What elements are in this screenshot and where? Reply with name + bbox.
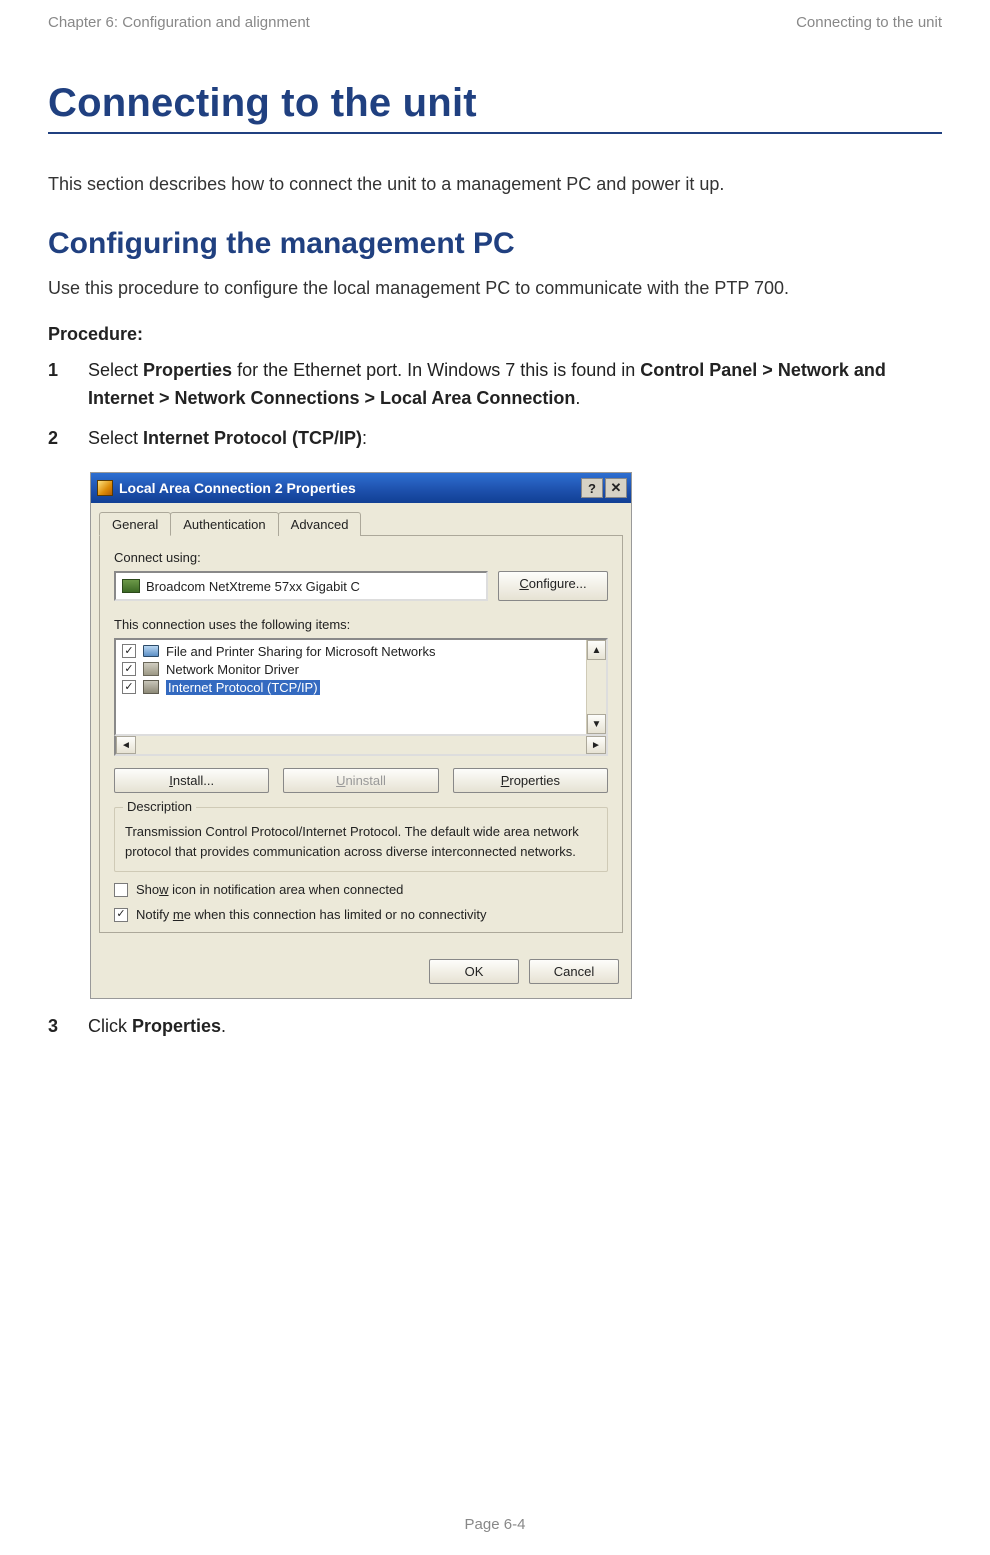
- checkbox[interactable]: ✓: [122, 680, 136, 694]
- scroll-up-icon[interactable]: ▲: [587, 640, 606, 660]
- install-button[interactable]: Install...: [114, 768, 269, 793]
- checkbox[interactable]: ✓: [122, 644, 136, 658]
- list-item[interactable]: ✓ Network Monitor Driver: [116, 660, 586, 678]
- scroll-right-icon[interactable]: ►: [586, 736, 606, 754]
- properties-dialog: Local Area Connection 2 Properties ? ✕ G…: [90, 472, 632, 999]
- dialog-title: Local Area Connection 2 Properties: [119, 480, 579, 496]
- tab-strip: General Authentication Advanced: [99, 511, 623, 536]
- vertical-scrollbar[interactable]: ▲ ▼: [586, 640, 606, 734]
- tab-advanced[interactable]: Advanced: [278, 512, 362, 536]
- description-text: Transmission Control Protocol/Internet P…: [125, 822, 597, 861]
- help-button[interactable]: ?: [581, 478, 603, 498]
- adapter-field: Broadcom NetXtreme 57xx Gigabit C: [114, 571, 488, 601]
- close-button[interactable]: ✕: [605, 478, 627, 498]
- tab-general[interactable]: General: [99, 512, 171, 536]
- checkbox[interactable]: ✓: [122, 662, 136, 676]
- driver-icon: [142, 661, 160, 677]
- step-number: 2: [48, 425, 88, 453]
- header-right: Connecting to the unit: [796, 14, 942, 31]
- tab-panel-general: Connect using: Broadcom NetXtreme 57xx G…: [99, 535, 623, 933]
- adapter-name: Broadcom NetXtreme 57xx Gigabit C: [146, 579, 360, 594]
- page-footer: Page 6-4: [0, 1516, 990, 1533]
- procedure-label: Procedure:: [48, 324, 942, 345]
- notify-checkbox-row[interactable]: ✓ Notify me when this connection has lim…: [114, 907, 608, 922]
- title-rule: [48, 132, 942, 134]
- intro-text: This section describes how to connect th…: [48, 170, 942, 199]
- scroll-down-icon[interactable]: ▼: [587, 714, 606, 734]
- cancel-button[interactable]: Cancel: [529, 959, 619, 984]
- subheading: Configuring the management PC: [48, 227, 942, 261]
- step-2: 2 Select Internet Protocol (TCP/IP):: [48, 425, 942, 453]
- dialog-titlebar: Local Area Connection 2 Properties ? ✕: [91, 473, 631, 503]
- list-item[interactable]: ✓ File and Printer Sharing for Microsoft…: [116, 642, 586, 660]
- monitor-icon: [142, 643, 160, 659]
- nic-icon: [122, 579, 140, 593]
- connect-using-label: Connect using:: [114, 550, 608, 565]
- description-group: Description Transmission Control Protoco…: [114, 807, 608, 872]
- configure-button[interactable]: Configure...: [498, 571, 608, 601]
- horizontal-scrollbar[interactable]: ◄ ►: [114, 736, 608, 756]
- step-number: 1: [48, 357, 88, 385]
- show-icon-checkbox-row[interactable]: Show icon in notification area when conn…: [114, 882, 608, 897]
- uninstall-button[interactable]: Uninstall: [283, 768, 438, 793]
- ok-button[interactable]: OK: [429, 959, 519, 984]
- show-icon-label: Show icon in notification area when conn…: [136, 882, 403, 897]
- running-header: Chapter 6: Configuration and alignment C…: [48, 10, 942, 81]
- step-3: 3 Click Properties.: [48, 1013, 942, 1041]
- protocol-icon: [142, 679, 160, 695]
- notify-label: Notify me when this connection has limit…: [136, 907, 486, 922]
- list-item[interactable]: ✓ Internet Protocol (TCP/IP): [116, 678, 586, 696]
- tab-authentication[interactable]: Authentication: [170, 512, 278, 536]
- header-left: Chapter 6: Configuration and alignment: [48, 14, 310, 31]
- description-legend: Description: [123, 799, 196, 814]
- items-label: This connection uses the following items…: [114, 617, 608, 632]
- connection-icon: [97, 480, 113, 496]
- step-1: 1 Select Properties for the Ethernet por…: [48, 357, 942, 413]
- properties-button[interactable]: Properties: [453, 768, 608, 793]
- scroll-left-icon[interactable]: ◄: [116, 736, 136, 754]
- page-title: Connecting to the unit: [48, 81, 942, 126]
- step-number: 3: [48, 1013, 88, 1041]
- checkbox[interactable]: [114, 883, 128, 897]
- components-listbox[interactable]: ✓ File and Printer Sharing for Microsoft…: [114, 638, 608, 736]
- sub-intro: Use this procedure to configure the loca…: [48, 275, 942, 302]
- checkbox[interactable]: ✓: [114, 908, 128, 922]
